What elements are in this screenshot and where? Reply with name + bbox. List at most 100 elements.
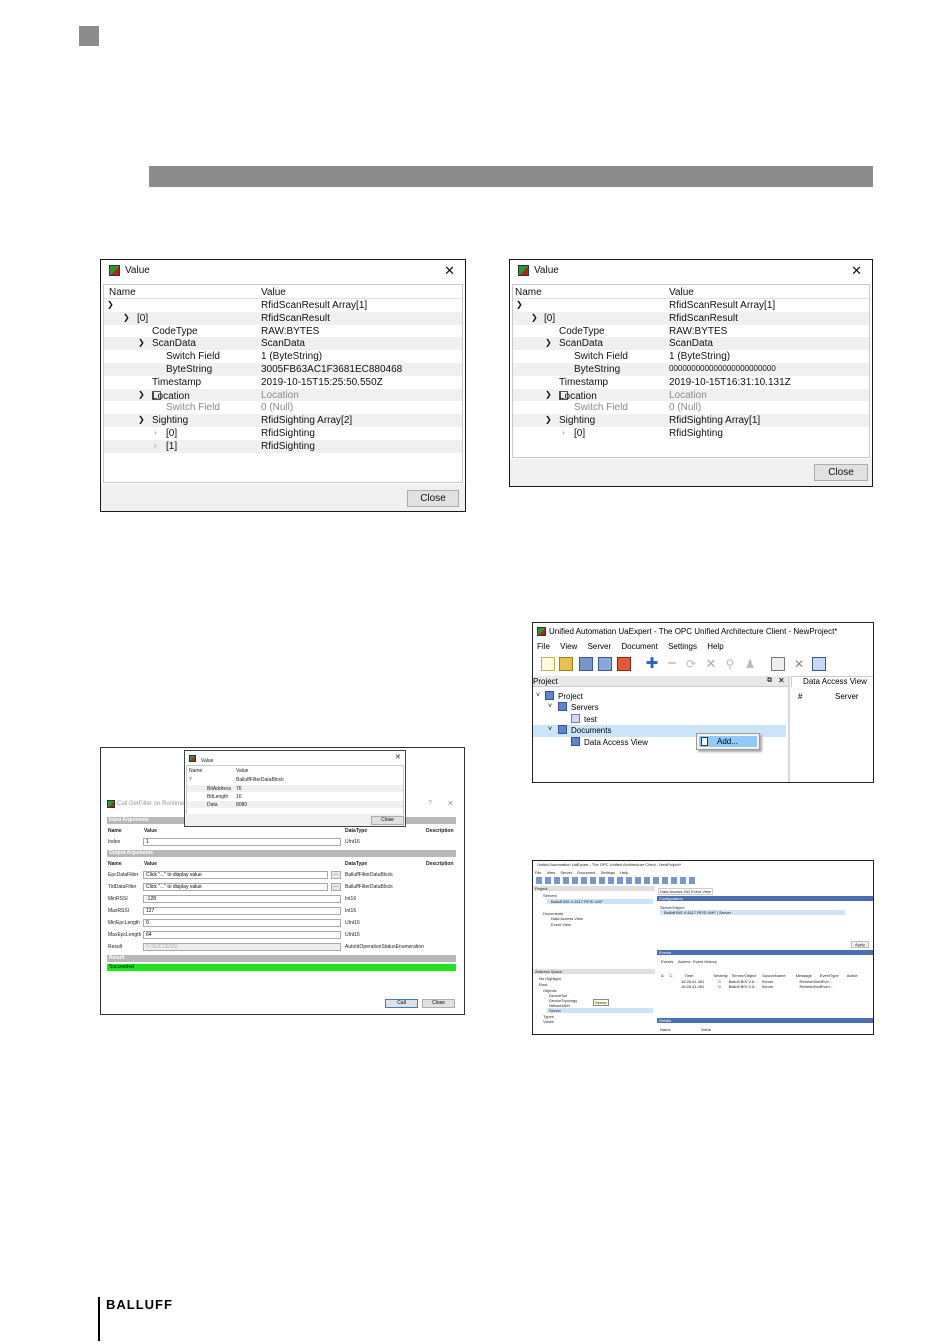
close-button[interactable]: Close [407, 490, 459, 507]
event-row[interactable]: 16:26:41.451 0 Balluff BIS V-6... Server Ref… [681, 984, 833, 989]
tree-row[interactable]: CodeType RAW:BYTES [104, 325, 462, 338]
chevron-down-icon[interactable]: ❯ [545, 415, 552, 424]
tree-row[interactable]: CodeType RAW:BYTES [513, 325, 869, 338]
close-button[interactable]: Close [814, 464, 868, 481]
new-project-icon[interactable] [541, 657, 555, 671]
tab-event-view[interactable]: Event View [689, 888, 713, 895]
menu-view[interactable]: View [547, 870, 556, 875]
tree-row[interactable]: ByteString 3005FB63AC1F3681EC880468 [104, 362, 462, 376]
server-object-row[interactable]: Balluff BIS V-6117 RFID UHF | Server [664, 910, 731, 915]
tree-row[interactable]: ❯ RfidScanResult Array[1] [513, 299, 869, 312]
chevron-down-icon[interactable]: ❯ [138, 338, 145, 347]
chevron-down-icon[interactable]: ❯ [138, 415, 145, 424]
tree-dav[interactable]: Data Access View [551, 916, 583, 921]
close-icon[interactable]: ✕ [444, 263, 455, 279]
tid-filter-field[interactable]: Click "..." to display value [143, 883, 328, 891]
chevron-down-icon[interactable]: ❯ [531, 313, 538, 322]
window-icon[interactable] [812, 657, 826, 671]
tree-row[interactable]: Switch Field 0 (Null) [513, 401, 869, 414]
menu-server[interactable]: Server [560, 870, 572, 875]
help-icon[interactable]: ? [428, 800, 432, 807]
disconnect-icon[interactable]: ✕ [704, 657, 718, 671]
save-icon[interactable] [579, 657, 593, 671]
highlight-select[interactable]: No Highlight [539, 976, 561, 981]
tree-server-item[interactable]: Balluff BIS V-6117 RFID UHF [551, 899, 603, 904]
quit-icon[interactable] [617, 657, 631, 671]
tree-row[interactable]: ❯ ScanData ScanData [104, 337, 462, 351]
call-button[interactable]: Call [385, 999, 418, 1008]
menu-document[interactable]: Document [621, 642, 657, 651]
tree-row[interactable]: › [0] RfidSighting [104, 427, 462, 440]
index-input[interactable]: 1 [143, 838, 341, 846]
toolbar[interactable] [536, 877, 696, 884]
menu-help[interactable]: Help [620, 870, 628, 875]
tree-row[interactable]: ❯ [0] RfidScanResult [513, 311, 869, 325]
tree-row[interactable]: Switch Field 1 (ByteString) [513, 350, 869, 363]
add-document-icon[interactable] [771, 657, 785, 671]
close-icon[interactable]: ✕ [447, 799, 454, 808]
chevron-down-icon[interactable]: ❯ [107, 300, 114, 309]
close-icon[interactable]: ✕ [395, 753, 401, 761]
ellipsis-button[interactable]: ... [331, 883, 341, 891]
chevron-right-icon[interactable]: › [154, 428, 157, 437]
tree-row[interactable]: Timestamp 2019-10-15T15:25:50.550Z [104, 376, 462, 389]
chevron-down-icon[interactable]: ❯ [123, 313, 130, 322]
tree-row[interactable]: ❯ Sighting RfidSighting Array[1] [513, 414, 869, 427]
tree-row[interactable]: Timestamp 2019-10-15T16:31:10.131Z [513, 376, 869, 389]
menu-settings[interactable]: Settings [668, 642, 697, 651]
tab-event-history[interactable]: Event History [693, 959, 717, 964]
remove-document-icon[interactable]: ✕ [792, 657, 806, 671]
result-status-select[interactable]: 0 (SUCCESS) [143, 943, 341, 951]
chevron-down-icon[interactable]: ❯ [138, 390, 145, 399]
tree-documents[interactable]: Documents [558, 725, 611, 735]
tree-data-access-view[interactable]: Data Access View [571, 737, 648, 747]
float-icon[interactable]: ⧉ [767, 677, 772, 685]
add-server-icon[interactable]: ✚ [645, 656, 659, 671]
menu-help[interactable]: Help [707, 642, 723, 651]
chevron-right-icon[interactable]: › [154, 441, 157, 450]
tree-servers[interactable]: Servers [558, 702, 599, 712]
menu-settings[interactable]: Settings [601, 870, 615, 875]
open-project-icon[interactable] [559, 657, 573, 671]
remove-server-icon[interactable]: − [665, 656, 679, 671]
close-icon[interactable]: ✕ [778, 676, 785, 685]
tree-server-test[interactable]: test [571, 714, 597, 724]
tree-row[interactable]: ❯ Location Location [513, 388, 869, 402]
tree-row[interactable]: › [0] RfidSighting [513, 427, 869, 440]
epc-filter-field[interactable]: Click "..." to display value [143, 871, 328, 879]
min-epc-length-field[interactable]: 0 [143, 919, 341, 927]
close-icon[interactable]: ✕ [851, 263, 862, 279]
tree-row[interactable]: ❯ Sighting RfidSighting Array[2] [104, 414, 462, 427]
tree-servers[interactable]: Servers [543, 893, 557, 898]
chevron-right-icon[interactable]: › [562, 428, 565, 437]
tab-alarms[interactable]: Alarms [678, 959, 690, 964]
menu-server[interactable]: Server [588, 642, 612, 651]
connect-icon[interactable]: ⟳ [684, 657, 698, 671]
tree-project[interactable]: Project [545, 691, 583, 701]
user-icon[interactable]: ♟ [743, 657, 757, 671]
chevron-down-icon[interactable]: ˅ [548, 726, 552, 733]
tree-event-view[interactable]: Event View [551, 922, 571, 927]
tree-row[interactable]: ❯ Location Location [104, 388, 462, 402]
max-epc-length-field[interactable]: 64 [143, 931, 341, 939]
tab-events[interactable]: Events [661, 959, 673, 964]
save-as-icon[interactable] [598, 657, 612, 671]
menu-file[interactable]: File [535, 870, 541, 875]
chevron-down-icon[interactable]: ❯ [545, 338, 552, 347]
menu-document[interactable]: Document [577, 870, 595, 875]
chevron-down-icon[interactable]: ˅ [548, 703, 552, 710]
chevron-down-icon[interactable]: ❯ [545, 390, 552, 399]
menu-file[interactable]: File [537, 642, 550, 651]
min-rssi-field[interactable]: -128 [143, 895, 341, 903]
tree-row[interactable]: Switch Field 1 (ByteString) [104, 350, 462, 363]
chevron-down-icon[interactable]: ˅ [536, 692, 540, 699]
apply-button[interactable]: Apply [851, 941, 870, 948]
context-menu-add[interactable]: Add... [717, 737, 738, 746]
close-button[interactable]: Close [422, 999, 455, 1008]
tree-row[interactable]: › [1] RfidSighting [104, 439, 462, 453]
tree-row[interactable]: ❯ [0] RfidScanResult [104, 311, 462, 325]
popup-close-button[interactable]: Close [371, 816, 404, 825]
tab-data-access-view[interactable]: Data Access View [791, 676, 873, 687]
max-rssi-field[interactable]: 127 [143, 907, 341, 915]
search-icon[interactable]: ⚲ [723, 657, 737, 671]
